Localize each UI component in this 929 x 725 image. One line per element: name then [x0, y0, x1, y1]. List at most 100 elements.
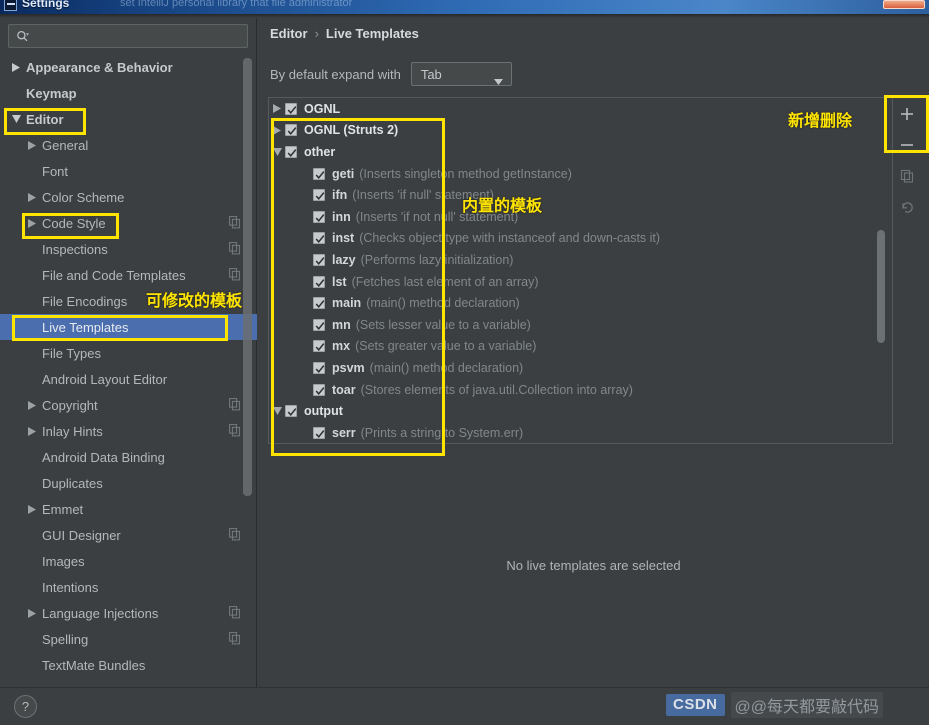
template-row[interactable]: toar (Stores elements of java.util.Collec… — [269, 379, 877, 401]
template-checkbox[interactable] — [285, 124, 297, 137]
template-row[interactable]: lazy (Performs lazy initialization) — [269, 249, 877, 271]
sidebar-item-code-style[interactable]: Code Style — [0, 210, 257, 236]
template-row[interactable]: inst (Checks object type with instanceof … — [269, 228, 877, 250]
template-checkbox[interactable] — [285, 145, 297, 158]
copy-settings-icon[interactable] — [229, 632, 241, 645]
template-row[interactable]: serr (Prints a string to System.err) — [269, 422, 877, 443]
template-row[interactable]: inn (Inserts 'if not null' statement) — [269, 206, 877, 228]
chevron-down-icon[interactable] — [269, 147, 285, 156]
chevron-down-icon[interactable] — [269, 407, 285, 416]
sidebar-item-duplicates[interactable]: Duplicates — [0, 470, 257, 496]
template-checkbox[interactable] — [313, 232, 325, 245]
duplicate-template-button[interactable] — [896, 166, 918, 186]
chevron-right-icon[interactable] — [28, 392, 42, 418]
sidebar-item-keymap[interactable]: Keymap — [0, 80, 257, 106]
sidebar-item-label: Duplicates — [42, 475, 103, 491]
chevron-right-icon[interactable] — [269, 125, 285, 135]
copy-settings-icon[interactable] — [229, 216, 241, 229]
template-abbreviation: lazy — [332, 252, 356, 267]
no-arrow — [12, 80, 26, 106]
sidebar-item-intentions[interactable]: Intentions — [0, 574, 257, 600]
template-row[interactable]: mx (Sets greater value to a variable) — [269, 336, 877, 358]
sidebar-item-label: Android Layout Editor — [42, 371, 168, 387]
sidebar-item-spelling[interactable]: Spelling — [0, 626, 257, 652]
template-checkbox[interactable] — [285, 405, 297, 418]
sidebar-item-copyright[interactable]: Copyright — [0, 392, 257, 418]
template-checkbox[interactable] — [313, 426, 325, 439]
chevron-right-icon[interactable] — [28, 132, 42, 158]
template-checkbox[interactable] — [285, 102, 297, 115]
copy-settings-icon[interactable] — [229, 398, 241, 411]
copy-settings-icon[interactable] — [229, 424, 241, 437]
tree-scrollbar-thumb[interactable] — [877, 230, 885, 343]
tree-scrollbar-track[interactable] — [877, 100, 889, 443]
sidebar-item-android-layout-editor[interactable]: Android Layout Editor — [0, 366, 257, 392]
sidebar-item-appearance-behavior[interactable]: Appearance & Behavior — [0, 54, 257, 80]
sidebar-item-file-and-code-templates[interactable]: File and Code Templates — [0, 262, 257, 288]
sidebar-item-editor[interactable]: Editor — [0, 106, 257, 132]
template-checkbox[interactable] — [313, 167, 325, 180]
template-row[interactable]: other — [269, 141, 877, 163]
sidebar-item-android-data-binding[interactable]: Android Data Binding — [0, 444, 257, 470]
chevron-right-icon[interactable] — [28, 600, 42, 626]
add-template-button[interactable] — [896, 104, 918, 124]
template-checkbox[interactable] — [313, 318, 325, 331]
sidebar-item-language-injections[interactable]: Language Injections — [0, 600, 257, 626]
sidebar-item-inlay-hints[interactable]: Inlay Hints — [0, 418, 257, 444]
expand-with-label: By default expand with — [270, 66, 401, 82]
template-row[interactable]: mn (Sets lesser value to a variable) — [269, 314, 877, 336]
sidebar-item-gui-designer[interactable]: GUI Designer — [0, 522, 257, 548]
template-checkbox[interactable] — [313, 297, 325, 310]
template-abbreviation: lst — [332, 274, 347, 289]
chevron-right-icon[interactable] — [12, 54, 26, 80]
chevron-right-icon[interactable] — [28, 184, 42, 210]
no-arrow — [28, 548, 42, 574]
chevron-right-icon[interactable] — [28, 418, 42, 444]
copy-settings-icon[interactable] — [229, 606, 241, 619]
search-field[interactable] — [8, 24, 248, 48]
template-description: (Inserts singleton method getInstance) — [359, 166, 572, 181]
template-row[interactable]: ifn (Inserts 'if null' statement) — [269, 184, 877, 206]
chevron-down-icon[interactable] — [12, 106, 26, 132]
sidebar-item-inspections[interactable]: Inspections — [0, 236, 257, 262]
template-row[interactable]: lst (Fetches last element of an array) — [269, 271, 877, 293]
template-checkbox[interactable] — [313, 340, 325, 353]
template-abbreviation: toar — [332, 382, 356, 397]
copy-settings-icon[interactable] — [229, 528, 241, 541]
template-row[interactable]: OGNL (Struts 2) — [269, 120, 877, 142]
template-checkbox[interactable] — [313, 189, 325, 202]
chevron-right-icon[interactable] — [269, 104, 285, 114]
sidebar-item-live-templates[interactable]: Live Templates — [0, 314, 257, 340]
template-row[interactable]: OGNL — [269, 98, 877, 120]
sidebar-item-textmate-bundles[interactable]: TextMate Bundles — [0, 652, 257, 678]
sidebar-item-color-scheme[interactable]: Color Scheme — [0, 184, 257, 210]
template-checkbox[interactable] — [313, 361, 325, 374]
window-close-button[interactable] — [883, 0, 925, 9]
template-row[interactable]: geti (Inserts singleton method getInstanc… — [269, 163, 877, 185]
breadcrumb-parent[interactable]: Editor — [270, 26, 308, 41]
sidebar-item-file-types[interactable]: File Types — [0, 340, 257, 366]
template-row[interactable]: psvm (main() method declaration) — [269, 357, 877, 379]
csdn-logo: CSDN — [666, 694, 725, 716]
template-checkbox[interactable] — [313, 275, 325, 288]
csdn-watermark: CSDN @@每天都要敲代码 — [666, 692, 884, 718]
sidebar-item-label: Live Templates — [42, 319, 129, 335]
template-checkbox[interactable] — [313, 210, 325, 223]
sidebar-item-general[interactable]: General — [0, 132, 257, 158]
template-checkbox[interactable] — [313, 253, 325, 266]
remove-template-button[interactable] — [896, 135, 918, 155]
template-row[interactable]: main (main() method declaration) — [269, 292, 877, 314]
template-checkbox[interactable] — [313, 383, 325, 396]
expand-with-select[interactable]: Tab — [410, 62, 512, 86]
sidebar-item-font[interactable]: Font — [0, 158, 257, 184]
chevron-right-icon[interactable] — [28, 496, 42, 522]
sidebar-scrollbar[interactable] — [243, 58, 252, 496]
template-row[interactable]: output — [269, 400, 877, 422]
restore-defaults-button[interactable] — [896, 197, 918, 217]
sidebar-item-images[interactable]: Images — [0, 548, 257, 574]
sidebar-item-emmet[interactable]: Emmet — [0, 496, 257, 522]
chevron-right-icon[interactable] — [28, 210, 42, 236]
copy-settings-icon[interactable] — [229, 242, 241, 255]
copy-settings-icon[interactable] — [229, 268, 241, 281]
help-button[interactable]: ? — [14, 695, 37, 718]
